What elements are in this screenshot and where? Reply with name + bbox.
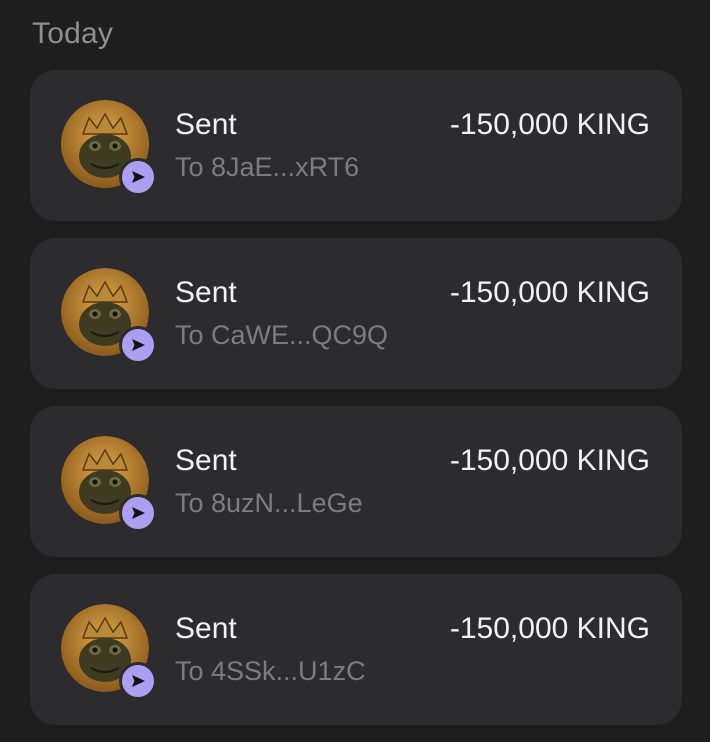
transaction-recipient: To 4SSk...U1zC <box>175 656 366 686</box>
transaction-amount: -150,000 KING <box>449 444 650 477</box>
transaction-row[interactable]: Sent To 8JaE...xRT6 -150,000 KING <box>30 70 682 221</box>
transaction-amount: -150,000 KING <box>449 108 650 141</box>
transaction-title: Sent <box>175 108 237 141</box>
send-arrow-icon <box>119 158 157 196</box>
transaction-title: Sent <box>175 444 237 477</box>
send-arrow-icon <box>119 494 157 532</box>
transaction-title: Sent <box>175 612 237 645</box>
transaction-recipient: To 8uzN...LeGe <box>175 488 363 518</box>
transaction-row[interactable]: Sent To CaWE...QC9Q -150,000 KING <box>30 238 682 389</box>
token-avatar <box>61 268 157 364</box>
transaction-row[interactable]: Sent To 8uzN...LeGe -150,000 KING <box>30 406 682 557</box>
token-avatar <box>61 100 157 196</box>
send-arrow-icon <box>119 326 157 364</box>
transaction-recipient: To 8JaE...xRT6 <box>175 152 360 182</box>
transaction-row[interactable]: Sent To 4SSk...U1zC -150,000 KING <box>30 574 682 725</box>
token-avatar <box>61 604 157 700</box>
token-avatar <box>61 436 157 532</box>
transaction-list: Sent To 8JaE...xRT6 -150,000 KING Sent T… <box>30 70 682 742</box>
send-arrow-icon <box>119 662 157 700</box>
transaction-recipient: To CaWE...QC9Q <box>175 320 389 350</box>
transaction-title: Sent <box>175 276 237 309</box>
transaction-amount: -150,000 KING <box>449 612 650 645</box>
section-header-today: Today <box>32 17 114 50</box>
transaction-amount: -150,000 KING <box>449 276 650 309</box>
